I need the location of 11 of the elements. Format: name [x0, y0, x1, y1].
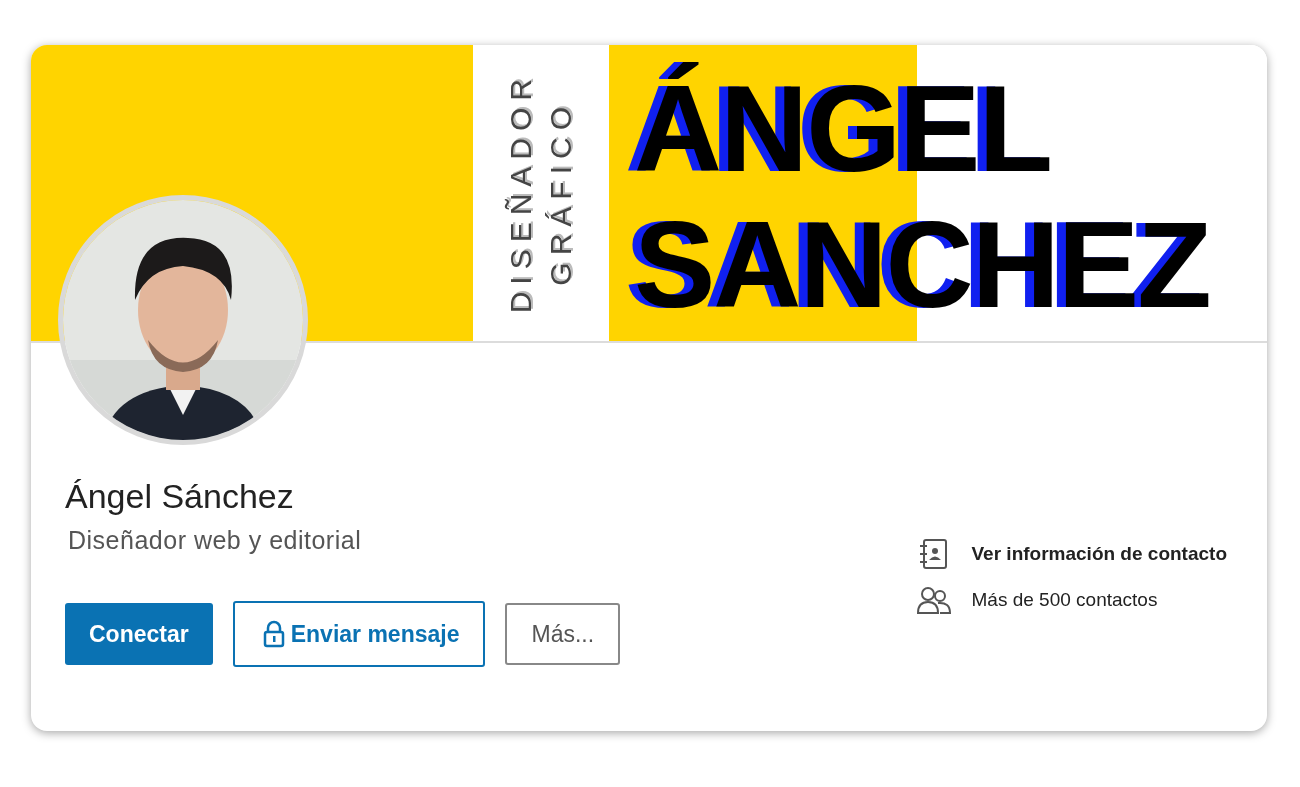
message-button[interactable]: Enviar mensaje [232, 601, 486, 667]
profile-name: Ángel Sánchez [65, 476, 295, 516]
more-button[interactable]: Más... [505, 603, 621, 665]
people-icon [915, 584, 952, 616]
banner-subtitle: GRÁFICO [546, 100, 576, 286]
banner-subtitle: DISEÑADOR [506, 72, 536, 314]
lock-icon [262, 620, 285, 648]
connect-button[interactable]: Conectar [65, 603, 213, 665]
profile-headline: Diseñador web y editorial [68, 526, 363, 555]
connections-link[interactable]: Más de 500 contactos [915, 584, 1227, 616]
contact-info-link[interactable]: Ver información de contacto [915, 538, 1227, 570]
